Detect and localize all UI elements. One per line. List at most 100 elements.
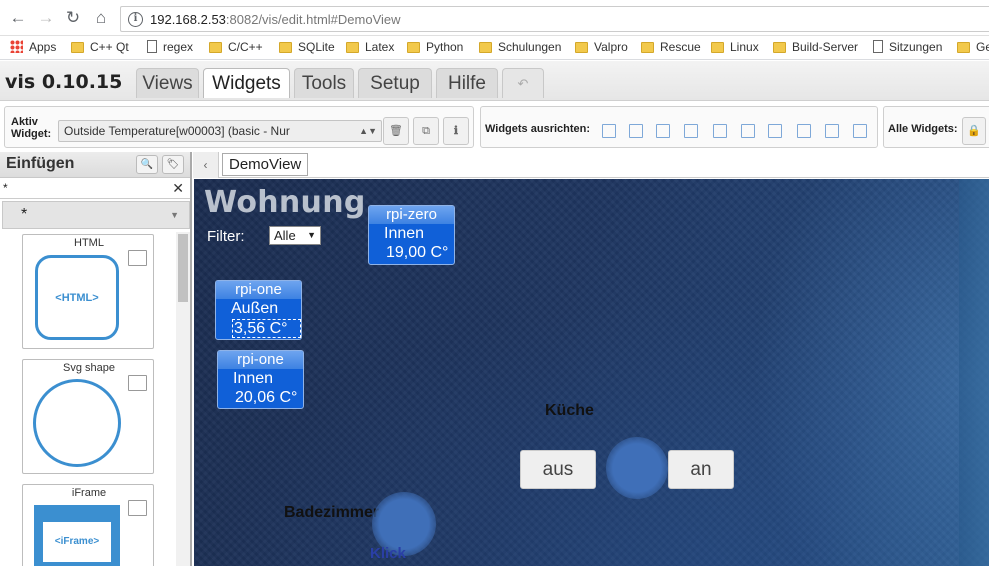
align-right-icon[interactable]: [629, 124, 643, 138]
bookmark-label: Linux: [730, 40, 759, 54]
distribute-h-icon[interactable]: [768, 124, 782, 138]
bookmark-label: SQLite: [298, 40, 335, 54]
folder-icon: [407, 42, 420, 53]
widget-filter-input[interactable]: *: [0, 179, 190, 199]
align-top-icon[interactable]: [656, 124, 670, 138]
undo-icon[interactable]: ↶: [502, 68, 544, 98]
tab-demoview[interactable]: DemoView: [222, 153, 309, 176]
iframe-badge: <iFrame>: [43, 522, 111, 562]
bookmark-folder[interactable]: C/C++: [209, 40, 263, 54]
vis-menu-bar: vis 0.10.15 Views Widgets Tools Setup Hi…: [0, 61, 989, 101]
align-vcenter-icon[interactable]: [713, 124, 727, 138]
bookmarks-bar: Apps C++ Qt regex C/C++ SQLite Latex Pyt…: [0, 36, 989, 60]
align-bottom-icon[interactable]: [684, 124, 698, 138]
view-heading[interactable]: Wohnung: [204, 185, 366, 220]
page-icon: [873, 40, 883, 53]
folder-icon: [479, 42, 492, 53]
kitchen-on-button[interactable]: an: [668, 450, 734, 489]
widget-set-select[interactable]: * ▼: [2, 201, 190, 229]
bookmark-label: Valpro: [594, 40, 628, 54]
bookmark-label: Ge: [976, 40, 989, 54]
tab-widgets[interactable]: Widgets: [203, 68, 290, 98]
room-label-kitchen: Küche: [545, 402, 594, 419]
tag-icon[interactable]: 🏷: [162, 155, 184, 174]
bookmark-page[interactable]: regex: [147, 40, 193, 54]
active-widget-label: Aktiv: [11, 116, 38, 128]
all-widgets-label: Alle Widgets:: [888, 123, 958, 135]
panel-title: Einfügen: [6, 155, 75, 172]
home-icon[interactable]: ⌂: [92, 9, 110, 27]
temp-value: 19,00 C°: [386, 244, 449, 261]
widget-name: HTML: [74, 237, 104, 249]
tab-setup[interactable]: Setup: [358, 68, 432, 98]
active-widget-select[interactable]: Outside Temperature[w00003] (basic - Nur…: [58, 120, 382, 142]
bookmark-folder[interactable]: Valpro: [575, 40, 628, 54]
temp-widget-rpi-zero-innen[interactable]: rpi-zero Innen 19,00 C°: [368, 205, 455, 265]
folder-icon: [711, 42, 724, 53]
bathroom-click-label[interactable]: Klick: [370, 545, 406, 562]
bookmark-folder[interactable]: Ge: [957, 40, 989, 54]
temp-location: Innen: [384, 225, 425, 242]
bookmark-folder[interactable]: Latex: [346, 40, 394, 54]
info-icon[interactable]: i: [128, 12, 143, 27]
temp-widget-rpi-one-aussen[interactable]: rpi-one Außen 3,56 C°: [215, 280, 302, 340]
align-group: Widgets ausrichten:: [480, 106, 878, 148]
search-icon[interactable]: 🔍: [136, 155, 158, 174]
bookmark-folder[interactable]: SQLite: [279, 40, 335, 54]
bookmark-label: Rescue: [660, 40, 701, 54]
align-left-icon[interactable]: [602, 124, 616, 138]
bookmark-folder[interactable]: C++ Qt: [71, 40, 129, 54]
chevron-left-icon[interactable]: ‹: [193, 152, 219, 178]
distribute-v-icon[interactable]: [797, 124, 811, 138]
forward-arrow-icon[interactable]: →: [37, 9, 55, 27]
bookmark-apps[interactable]: Apps: [10, 40, 56, 54]
lock-icon[interactable]: 🔒: [962, 117, 986, 145]
browser-toolbar: ← → ↻ ⌂ i 192.168.2.53:8082/vis/edit.htm…: [0, 0, 989, 36]
bookmark-folder[interactable]: Schulungen: [479, 40, 561, 54]
view-tab-bar: ‹ DemoView: [193, 152, 989, 178]
insert-panel: Einfügen 🔍 🏷 * ✕ * ▼ HTML <HTML> Svg shap…: [0, 152, 192, 566]
tab-views[interactable]: Views: [136, 68, 199, 98]
copy-icon[interactable]: ⧉: [413, 117, 439, 145]
app-title: vis 0.10.15: [5, 71, 123, 93]
bookmark-label: regex: [163, 40, 194, 54]
folder-icon: [575, 42, 588, 53]
temp-widget-rpi-one-innen[interactable]: rpi-one Innen 20,06 C°: [217, 350, 304, 409]
widget-card-html[interactable]: HTML <HTML>: [22, 234, 154, 349]
svg-shape-circle-icon: [33, 379, 121, 467]
address-bar[interactable]: i 192.168.2.53:8082/vis/edit.html#DemoVi…: [120, 6, 989, 32]
folder-icon: [279, 42, 292, 53]
active-widget-label-2: Widget:: [11, 128, 52, 140]
widget-card-iframe[interactable]: iFrame <iFrame>: [22, 484, 154, 566]
back-arrow-icon[interactable]: ←: [9, 9, 27, 27]
same-height-icon[interactable]: [853, 124, 867, 138]
filter-select[interactable]: Alle ▼: [269, 226, 321, 245]
align-hcenter-icon[interactable]: [741, 124, 755, 138]
info-button-icon[interactable]: ℹ: [443, 117, 469, 145]
scrollbar-thumb[interactable]: [178, 234, 188, 302]
same-width-icon[interactable]: [825, 124, 839, 138]
delete-icon[interactable]: 🗑: [383, 117, 409, 145]
bookmark-folder[interactable]: Linux: [711, 40, 759, 54]
bookmark-folder[interactable]: Build-Server: [773, 40, 858, 54]
tab-tools[interactable]: Tools: [294, 68, 354, 98]
reload-icon[interactable]: ↻: [64, 9, 82, 27]
widget-list-scrollbar[interactable]: [176, 232, 190, 566]
temp-location: Innen: [233, 370, 274, 387]
view-canvas[interactable]: Wohnung Filter: Alle ▼ rpi-zero Innen 19,…: [194, 179, 989, 566]
all-widgets-group: Alle Widgets: 🔒: [883, 106, 989, 148]
bookmark-folder[interactable]: Rescue: [641, 40, 701, 54]
bookmark-label: Schulungen: [498, 40, 562, 54]
select-arrows-icon: ▲▼: [359, 126, 377, 136]
tab-hilfe[interactable]: Hilfe: [436, 68, 498, 98]
bookmark-folder[interactable]: Python: [407, 40, 463, 54]
clear-icon[interactable]: ✕: [172, 180, 184, 197]
kitchen-off-button[interactable]: aus: [520, 450, 596, 489]
image-icon: [128, 500, 147, 516]
kitchen-lamp-icon[interactable]: [606, 437, 668, 499]
page-icon: [147, 40, 157, 53]
widget-card-svg-shape[interactable]: Svg shape: [22, 359, 154, 474]
bookmark-page[interactable]: Sitzungen: [873, 40, 942, 54]
temp-value-selected[interactable]: 3,56 C°: [232, 319, 301, 338]
folder-icon: [209, 42, 222, 53]
